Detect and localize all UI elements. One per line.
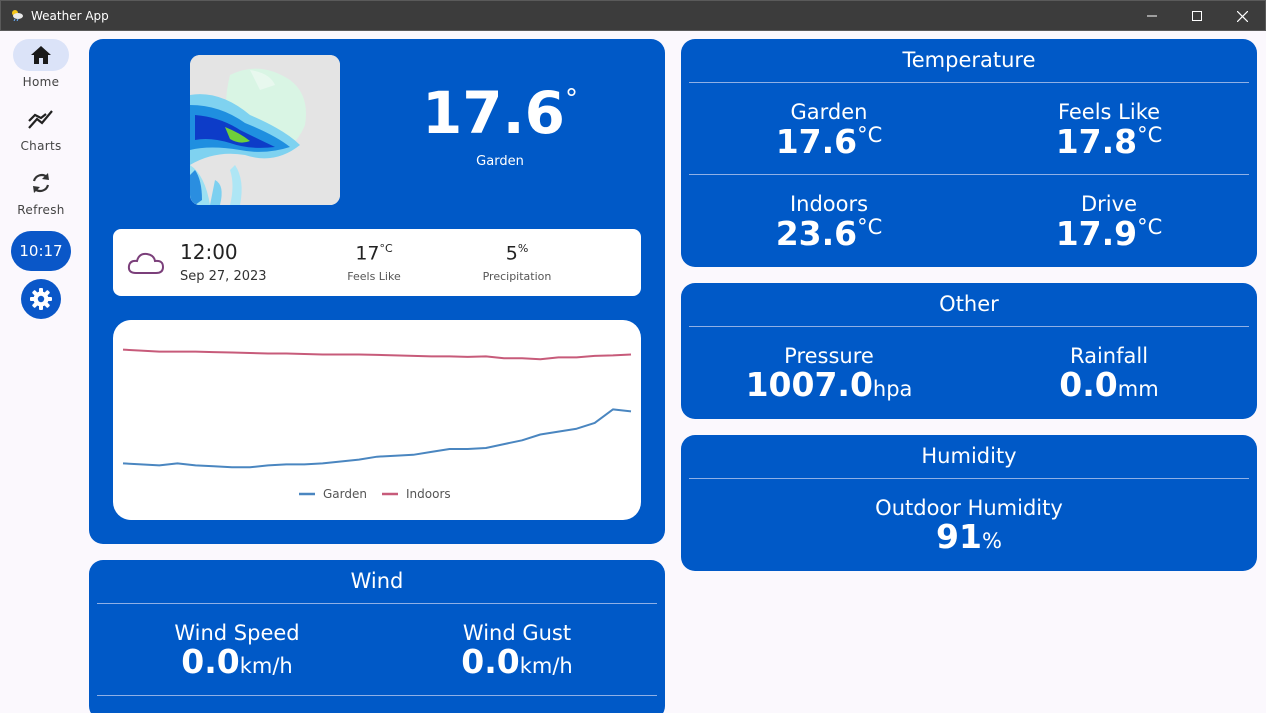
gear-icon	[30, 288, 52, 310]
pressure-metric: Pressure 1007.0hpa	[689, 344, 969, 403]
title-bar: Weather App	[0, 0, 1266, 31]
nav-refresh-label: Refresh	[17, 203, 65, 217]
temperature-card: Temperature Garden 17.6°C Feels Like 17.…	[681, 39, 1257, 267]
home-icon	[31, 46, 51, 64]
garden-temp-label: Garden	[790, 100, 868, 124]
radar-map-image[interactable]	[190, 55, 340, 205]
feels-like-value: 17.8°C	[1055, 122, 1163, 161]
degree-symbol: °	[565, 84, 579, 114]
chart-line-icon	[28, 110, 53, 129]
nav-home-indicator	[13, 39, 69, 71]
other-divider	[689, 326, 1249, 327]
indoors-temp-metric: Indoors 23.6°C	[689, 192, 969, 252]
forecast-precipitation-label: Precipitation	[482, 270, 552, 283]
settings-button[interactable]	[21, 279, 61, 319]
humidity-title: Humidity	[921, 444, 1017, 468]
legend-label-indoors: Indoors	[406, 487, 451, 501]
chart-legend: Garden Indoors	[299, 487, 451, 501]
garden-temp-metric: Garden 17.6°C	[689, 100, 969, 160]
minimize-icon	[1147, 15, 1157, 17]
close-icon	[1236, 10, 1248, 22]
rainfall-value: 0.0mm	[1059, 365, 1159, 404]
rainfall-metric: Rainfall 0.0mm	[969, 344, 1249, 403]
indoors-temp-value: 23.6°C	[775, 214, 883, 253]
drive-temp-label: Drive	[1081, 192, 1137, 216]
forecast-card: 12:00 Sep 27, 2023 17°C Feels Like 5% Pr…	[113, 229, 641, 296]
current-temperature: 17.6°	[400, 84, 600, 142]
wind-title: Wind	[350, 569, 404, 593]
nav-home-label: Home	[22, 75, 60, 89]
nav-refresh[interactable]: Refresh	[0, 167, 82, 217]
wind-bottom-divider	[97, 695, 657, 696]
outdoor-humidity-value: 91%	[936, 517, 1002, 556]
nav-charts[interactable]: Charts	[0, 103, 82, 153]
nav-charts-label: Charts	[20, 139, 62, 153]
maximize-button[interactable]	[1174, 1, 1220, 31]
temperature-divider-top	[689, 82, 1249, 83]
other-card: Other Pressure 1007.0hpa Rainfall 0.0mm	[681, 283, 1257, 419]
forecast-date: Sep 27, 2023	[180, 269, 267, 284]
indoors-temp-label: Indoors	[789, 192, 869, 216]
forecast-feels-like-label: Feels Like	[347, 270, 401, 283]
forecast-time: 12:00	[180, 240, 238, 264]
feels-like-metric: Feels Like 17.8°C	[969, 100, 1249, 160]
cloud-icon	[127, 252, 165, 274]
close-button[interactable]	[1219, 1, 1265, 31]
series-line-garden	[122, 408, 632, 469]
weather-app-icon	[12, 10, 23, 21]
temperature-chart[interactable]: Garden Indoors	[113, 320, 641, 520]
feels-like-label: Feels Like	[1057, 100, 1161, 124]
temperature-divider-middle	[689, 174, 1249, 175]
maximize-icon	[1192, 11, 1202, 21]
garden-temp-value: 17.6°C	[775, 122, 883, 161]
nav-home[interactable]: Home	[0, 39, 82, 89]
forecast-feels-like-value: 17°C	[355, 242, 393, 265]
wind-speed-metric: Wind Speed 0.0km/h	[97, 621, 377, 680]
forecast-precipitation-value: 5%	[505, 242, 529, 265]
humidity-card: Humidity Outdoor Humidity 91%	[681, 435, 1257, 571]
other-title: Other	[939, 292, 999, 316]
wind-card: Wind Wind Speed 0.0km/h Wind Gust 0.0km/…	[89, 560, 665, 713]
humidity-divider	[689, 478, 1249, 479]
wind-gust-metric: Wind Gust 0.0km/h	[377, 621, 657, 680]
current-temperature-value: 17.6	[421, 79, 566, 147]
pressure-value: 1007.0hpa	[745, 365, 913, 404]
wind-divider	[97, 603, 657, 604]
series-line-indoors	[122, 348, 632, 361]
minimize-button[interactable]	[1129, 1, 1175, 31]
radar-map-graphic	[190, 55, 340, 205]
wind-speed-value: 0.0km/h	[181, 642, 293, 681]
current-location: Garden	[476, 154, 524, 169]
temperature-title: Temperature	[902, 48, 1036, 72]
drive-temp-metric: Drive 17.9°C	[969, 192, 1249, 252]
legend-label-garden: Garden	[323, 487, 367, 501]
time-button[interactable]: 10:17	[11, 231, 71, 271]
refresh-icon	[32, 173, 50, 193]
drive-temp-value: 17.9°C	[1055, 214, 1163, 253]
outdoor-humidity-metric: Outdoor Humidity 91%	[689, 496, 1249, 555]
window-title: Weather App	[31, 9, 109, 23]
temperature-chart-svg: Garden Indoors	[122, 348, 632, 501]
wind-gust-value: 0.0km/h	[461, 642, 573, 681]
